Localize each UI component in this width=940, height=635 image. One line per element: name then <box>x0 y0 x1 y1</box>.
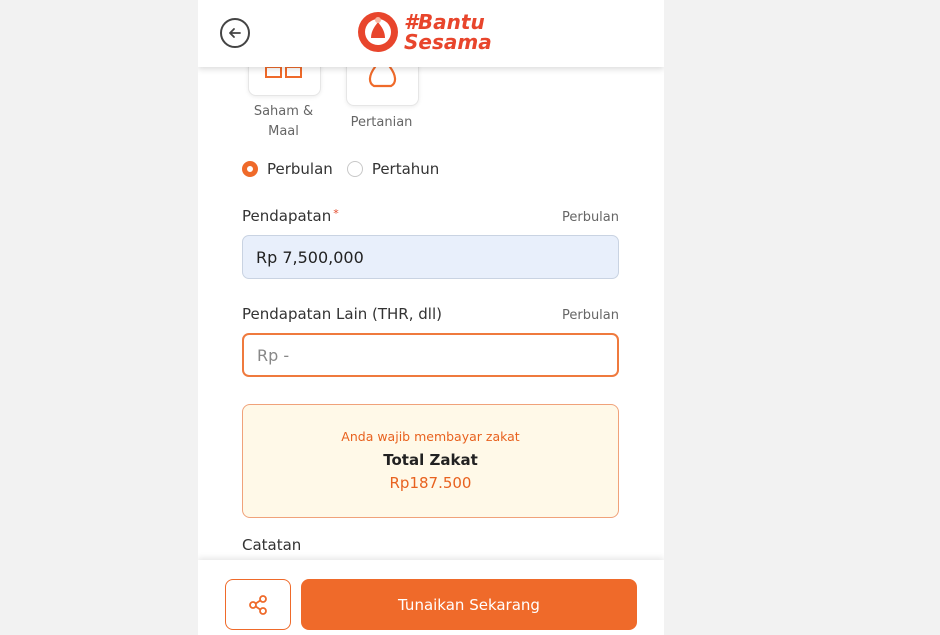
radio-perbulan-label[interactable]: Perbulan <box>267 160 333 178</box>
mobile-page: Saham & Maal Pertanian Perbulan Pertahun… <box>198 0 664 635</box>
period-radio-group: Perbulan Pertahun <box>242 160 439 178</box>
bantu-sesama-logo: #Bantu Sesama <box>356 8 492 56</box>
total-zakat-amount: Rp187.500 <box>389 474 472 492</box>
pay-button-label: Tunaikan Sekarang <box>398 595 540 614</box>
share-icon <box>249 594 267 615</box>
category-pertanian-label: Pertanian <box>350 115 413 130</box>
category-saham-maal-label: Saham & Maal <box>253 104 314 139</box>
pendapatan-lain-label: Pendapatan Lain (THR, dll) <box>242 305 442 323</box>
radio-perbulan[interactable] <box>242 161 258 177</box>
back-button[interactable] <box>220 18 250 48</box>
total-zakat-title: Total Zakat <box>383 451 478 469</box>
pendapatan-lain-input[interactable]: Rp - <box>242 333 619 377</box>
logo-emblem-icon <box>358 12 398 52</box>
radio-pertahun[interactable] <box>346 161 363 177</box>
tunaikan-sekarang-button[interactable]: Tunaikan Sekarang <box>301 579 637 630</box>
zakat-summary-box: Anda wajib membayar zakat Total Zakat Rp… <box>242 404 619 518</box>
pendapatan-value: Rp 7,500,000 <box>256 247 364 267</box>
pendapatan-label: Pendapatan * <box>242 207 339 225</box>
logo-text: #Bantu Sesama <box>404 10 492 54</box>
pendapatan-period-note: Perbulan <box>561 210 619 225</box>
share-button[interactable] <box>225 579 291 630</box>
app-header: #Bantu Sesama <box>198 0 664 67</box>
pendapatan-input[interactable]: Rp 7,500,000 <box>242 235 619 279</box>
pendapatan-lain-period-note: Perbulan <box>561 308 619 323</box>
bottom-action-bar: Tunaikan Sekarang <box>198 560 664 635</box>
catatan-label: Catatan <box>242 536 302 554</box>
zakat-obligation-note: Anda wajib membayar zakat <box>341 429 520 444</box>
arrow-left-icon <box>229 28 241 38</box>
required-mark: * <box>333 207 339 220</box>
radio-pertahun-label[interactable]: Pertahun <box>372 160 440 178</box>
pendapatan-lain-placeholder: Rp - <box>257 345 290 365</box>
